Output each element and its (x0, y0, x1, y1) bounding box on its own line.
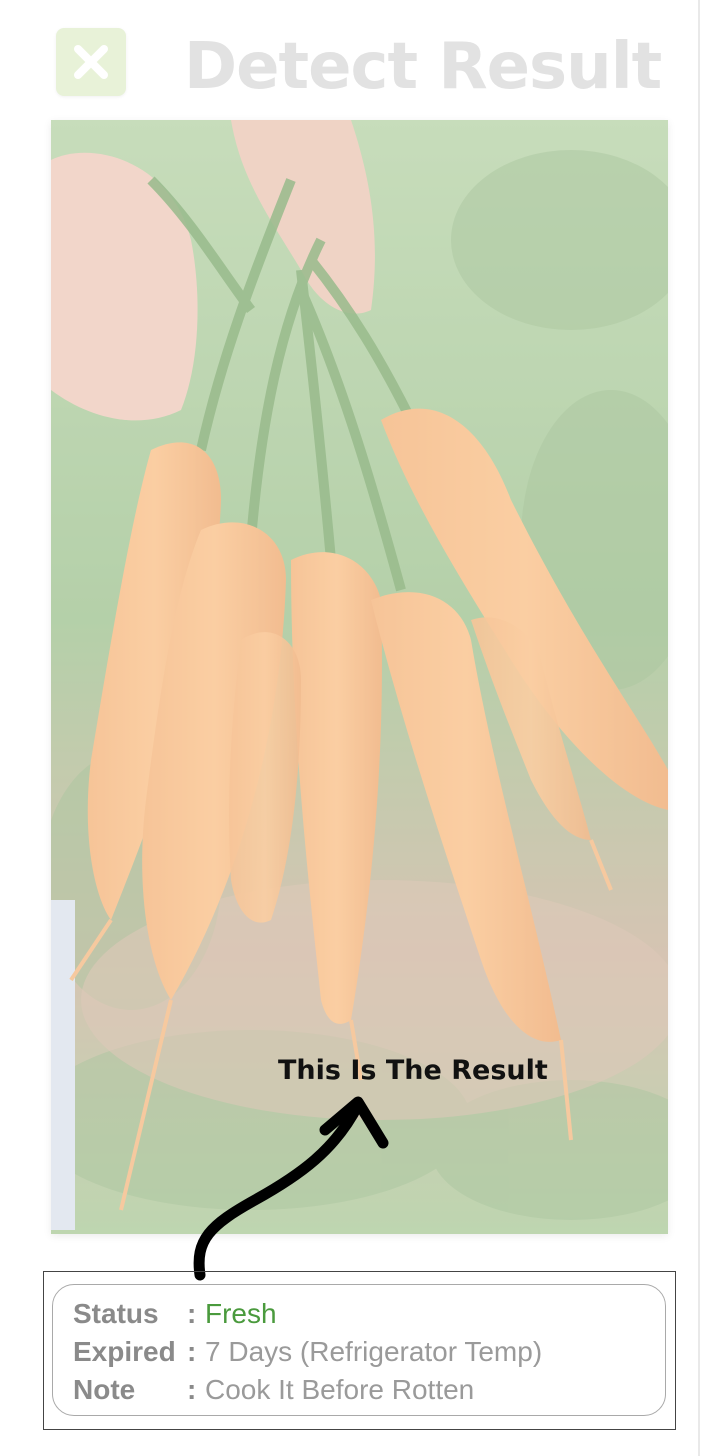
note-row: Note : Cook It Before Rotten (73, 1371, 474, 1409)
status-separator: : (187, 1298, 197, 1329)
right-edge-divider (698, 0, 700, 1456)
note-separator: : (187, 1374, 197, 1405)
expired-value: 7 Days (Refrigerator Temp) (205, 1336, 543, 1367)
page-title: Detect Result (184, 30, 662, 104)
status-key: Status (73, 1298, 159, 1329)
curved-arrow-icon (193, 1096, 389, 1281)
expired-separator: : (187, 1336, 197, 1367)
close-button[interactable] (56, 28, 126, 96)
expired-row: Expired : 7 Days (Refrigerator Temp) (73, 1333, 542, 1371)
expired-key: Expired (73, 1336, 176, 1367)
status-value: Fresh (205, 1298, 277, 1329)
note-key: Note (73, 1374, 136, 1405)
close-icon (74, 45, 108, 79)
note-value: Cook It Before Rotten (205, 1374, 475, 1405)
status-row: Status : Fresh (73, 1295, 277, 1333)
annotation-label: This Is The Result (278, 1055, 548, 1086)
